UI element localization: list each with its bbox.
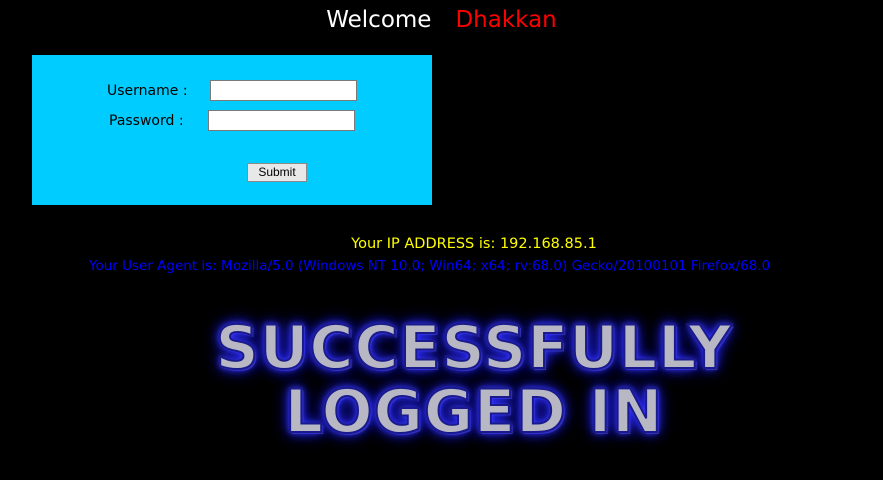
login-form: Username : Password : Submit <box>32 55 432 205</box>
welcome-text: Welcome <box>326 7 432 33</box>
user-agent-text: Your User Agent is: Mozilla/5.0 (Windows… <box>89 258 771 274</box>
password-input[interactable] <box>208 110 355 131</box>
welcome-user-name: Dhakkan <box>455 7 557 33</box>
success-banner: SUCCESSFULLY LOGGED IN <box>0 313 883 447</box>
success-line-2: LOGGED IN <box>284 377 664 447</box>
username-input[interactable] <box>210 80 357 101</box>
ip-address-text: Your IP ADDRESS is: 192.168.85.1 <box>351 236 597 252</box>
submit-button[interactable]: Submit <box>247 163 307 182</box>
welcome-heading: Welcome Dhakkan <box>0 4 883 36</box>
success-line-1: SUCCESSFULLY <box>215 313 733 383</box>
username-label: Username : <box>107 83 188 99</box>
password-label: Password : <box>109 113 184 129</box>
